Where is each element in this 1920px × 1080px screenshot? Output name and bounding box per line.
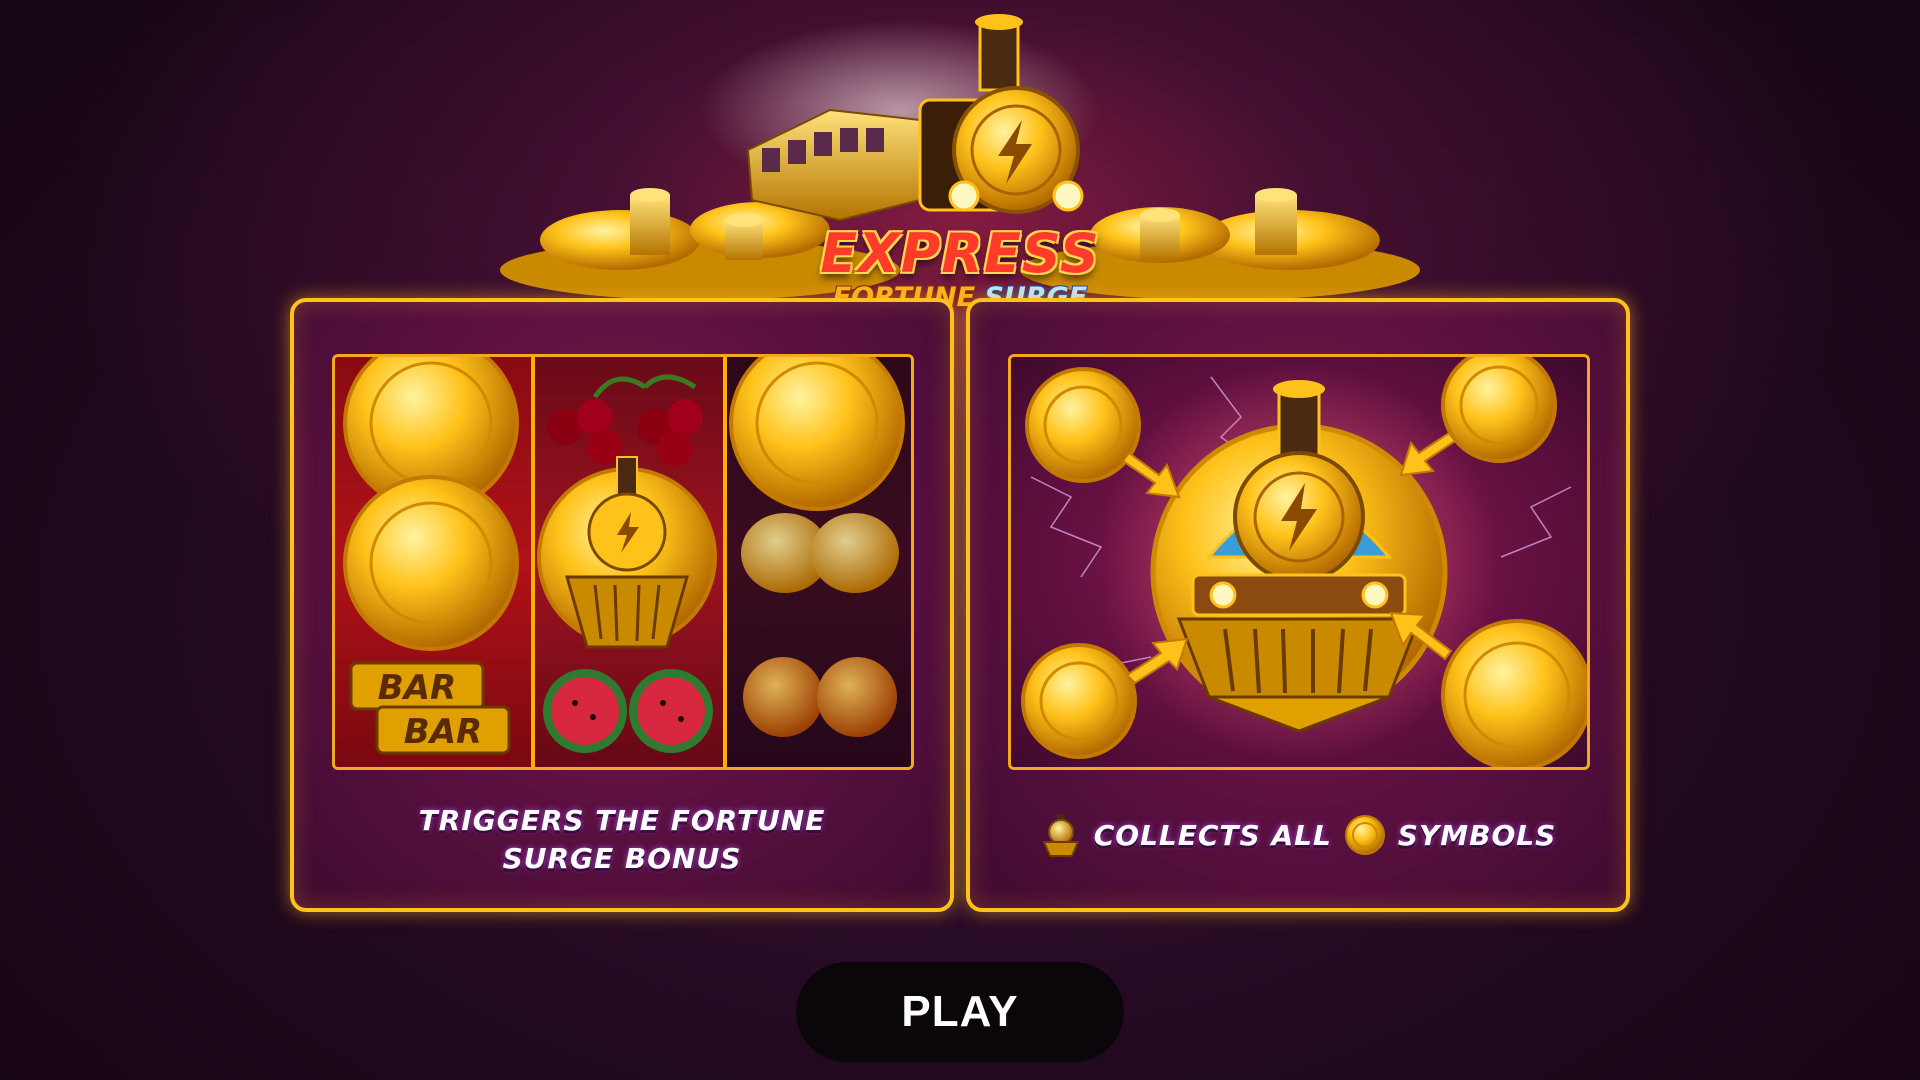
bar-symbol: BAR BAR: [349, 661, 511, 755]
coin-icon: [1021, 643, 1137, 759]
logo-title: EXPRESS: [820, 222, 1100, 285]
reel-1-symbols: BAR BAR: [343, 357, 519, 755]
reel-1: BAR BAR: [335, 357, 531, 767]
bar-text-bottom: BAR: [404, 712, 482, 752]
feature-panel-trigger: BAR BAR TRIGGERS THE FORTUNE SURGE BONUS: [290, 298, 954, 912]
watermelon-symbol: [543, 669, 713, 753]
coin-icon: [1025, 367, 1141, 483]
lemon-symbol: [741, 513, 899, 593]
coin-icon: [1441, 619, 1587, 767]
reel-3-symbols: [729, 357, 905, 737]
collect-caption: COLLECTS ALL SYMBOLS: [970, 812, 1626, 858]
coin-symbol: [729, 357, 905, 511]
play-button[interactable]: PLAY: [796, 962, 1124, 1062]
collect-caption-part1: COLLECTS ALL: [1093, 818, 1332, 852]
trigger-caption-line2: SURGE BONUS: [502, 842, 742, 875]
coin-symbol: [343, 475, 519, 651]
game-intro-screen: EXPRESS FORTUNE SURGE: [0, 0, 1920, 1080]
collect-caption-part2: SYMBOLS: [1397, 818, 1557, 852]
reel-2: [531, 357, 727, 767]
feature-panel-collect: COLLECTS ALL SYMBOLS: [966, 298, 1630, 912]
train-coin-symbol: [537, 456, 717, 649]
coin-icon: [1344, 815, 1385, 855]
reel-2-symbols: [537, 374, 717, 753]
reel-window: BAR BAR: [332, 354, 914, 770]
orange-symbol: [743, 657, 897, 737]
bar-text-top: BAR: [378, 668, 456, 708]
coin-icon: [1441, 357, 1557, 463]
train-icon: [1042, 814, 1080, 857]
trigger-caption-line1: TRIGGERS THE FORTUNE: [418, 804, 826, 837]
reel-3: [727, 357, 911, 767]
collect-art: [1021, 357, 1587, 767]
collect-illustration: [1008, 354, 1590, 770]
game-logo: EXPRESS FORTUNE SURGE: [500, 0, 1420, 320]
cherries-symbol: [547, 374, 703, 467]
trigger-caption: TRIGGERS THE FORTUNE SURGE BONUS: [294, 802, 950, 878]
